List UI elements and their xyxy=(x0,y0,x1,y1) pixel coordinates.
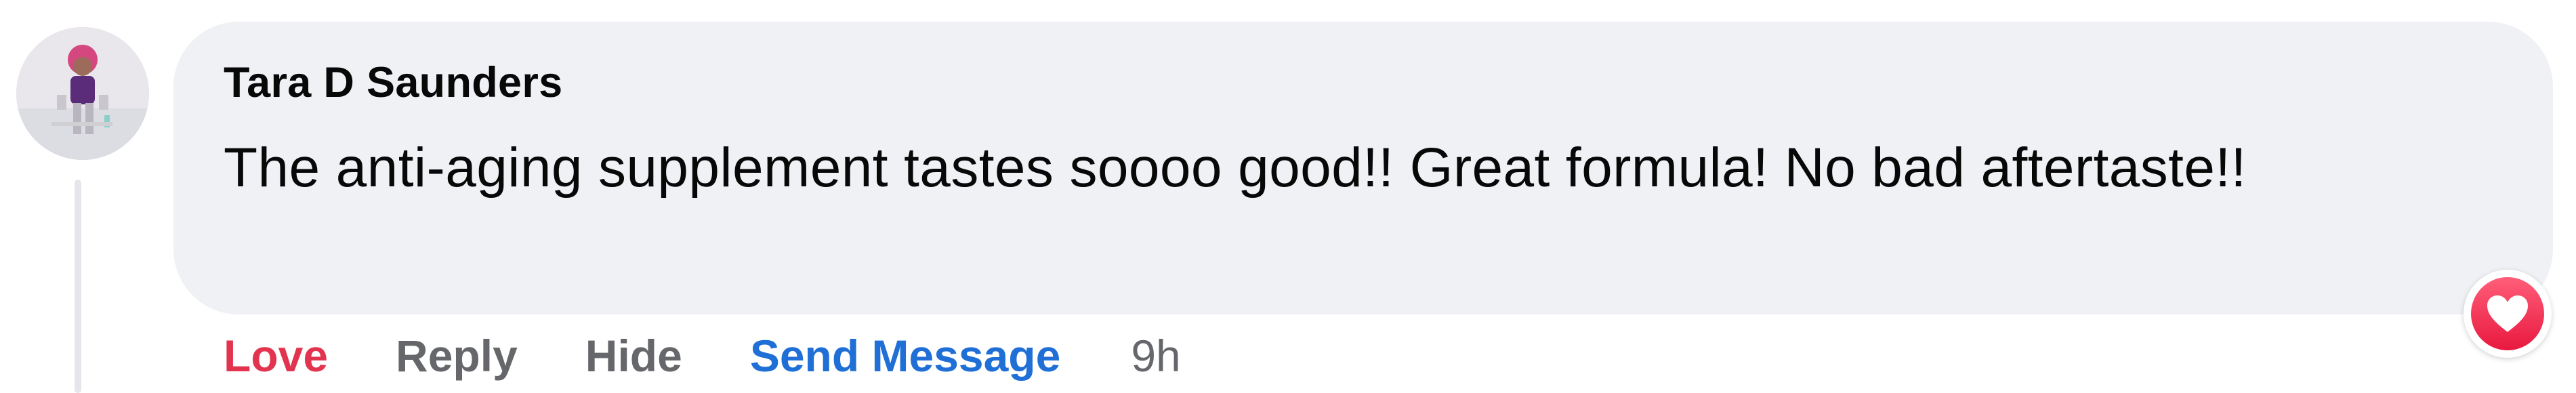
send-message-button[interactable]: Send Message xyxy=(750,330,1061,381)
reaction-badge[interactable] xyxy=(2464,270,2552,358)
comment: Tara D Saunders The anti-aging supplemen… xyxy=(0,0,2576,393)
reply-button[interactable]: Reply xyxy=(396,330,518,381)
love-button[interactable]: Love xyxy=(224,330,328,381)
timestamp[interactable]: 9h xyxy=(1131,330,1180,381)
heart-icon xyxy=(2487,295,2528,332)
profile-photo-icon xyxy=(16,27,149,160)
hide-button[interactable]: Hide xyxy=(585,330,682,381)
thread-line xyxy=(75,180,81,393)
comment-actions: Love Reply Hide Send Message 9h xyxy=(224,325,1181,386)
reaction-circle xyxy=(2471,277,2544,350)
avatar[interactable] xyxy=(16,27,149,160)
author-name[interactable]: Tara D Saunders xyxy=(224,58,563,107)
comment-text: The anti-aging supplement tastes soooo g… xyxy=(224,137,2247,199)
